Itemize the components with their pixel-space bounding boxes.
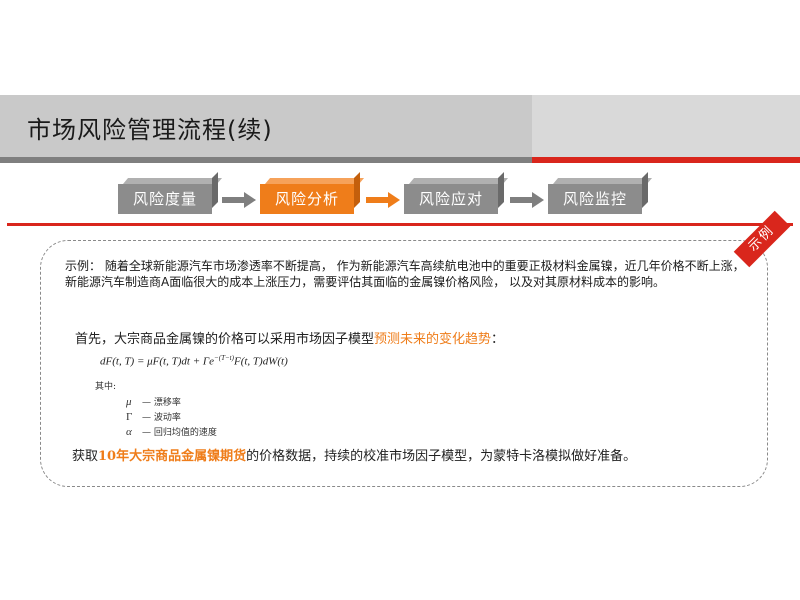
arrow-right-icon	[366, 192, 400, 208]
arrow-right-icon	[222, 192, 256, 208]
flow-divider-line	[7, 223, 793, 226]
flow-step-label: 风险监控	[562, 190, 627, 208]
flow-step-analysis: 风险分析	[260, 172, 365, 214]
definition-text: — 波动率	[142, 413, 181, 423]
data-sentence: 获取10年大宗商品金属镍期货的价格数据，持续的校准市场因子模型，为蒙特卡洛模拟做…	[72, 445, 636, 464]
model-sentence-prefix: 首先，大宗商品金属镍的价格可以采用市场因子模型	[75, 332, 375, 347]
title-band-right	[532, 95, 800, 157]
definition-volatility: Γ — 波动率	[126, 410, 181, 423]
title-underline-red	[532, 157, 800, 163]
data-sentence-prefix: 获取	[72, 449, 99, 464]
definition-text: — 漂移率	[142, 398, 181, 408]
model-sentence-highlight: 预测未来的变化趋势	[374, 332, 492, 347]
model-sentence-suffix: ：	[491, 332, 505, 347]
definition-reversion: α — 回归均值的速度	[126, 425, 217, 438]
flow-step-monitor: 风险监控	[548, 172, 653, 214]
flow-step-label: 风险度量	[132, 190, 197, 208]
formula-rhs: F(t, T)dW(t)	[233, 355, 288, 368]
title-underline-gray	[0, 157, 532, 163]
flow-step-label: 风险应对	[418, 190, 483, 208]
title-band-left: 市场风险管理流程(续)	[0, 95, 532, 157]
title-band: 市场风险管理流程(续)	[0, 95, 800, 163]
where-label: 其中:	[95, 382, 117, 392]
definition-text: — 回归均值的速度	[142, 428, 217, 438]
factor-model-formula: dF(t, T) = μF(t, T)dt + Γe−(T−t)F(t, T)d…	[100, 354, 288, 368]
data-sentence-suffix: 的价格数据，持续的校准市场因子模型，为蒙特卡洛模拟做好准备。	[246, 449, 637, 464]
data-sentence-highlight: 10年大宗商品金属镍期货	[98, 449, 247, 464]
definition-drift: μ — 漂移率	[126, 395, 181, 408]
arrow-right-icon	[510, 192, 544, 208]
process-flow: 风险度量 风险分析 风险应对 风险监控	[0, 170, 800, 230]
formula-lhs: dF(t, T) = μF(t, T)dt + Γe	[100, 355, 215, 368]
definition-symbol: α	[126, 426, 132, 438]
formula-exponent: −(T−t)	[214, 354, 234, 362]
flow-step-response: 风险应对	[404, 172, 509, 214]
page-title: 市场风险管理流程(续)	[27, 116, 273, 144]
flow-step-measure: 风险度量	[118, 172, 223, 214]
flow-step-label: 风险分析	[274, 190, 339, 208]
example-intro: 示例： 随着全球新能源汽车市场渗透率不断提高， 作为新能源汽车高续航电池中的重要…	[65, 259, 745, 289]
definition-symbol: μ	[126, 396, 132, 408]
model-sentence: 首先，大宗商品金属镍的价格可以采用市场因子模型预测未来的变化趋势：	[75, 328, 504, 347]
definition-symbol: Γ	[126, 411, 133, 423]
